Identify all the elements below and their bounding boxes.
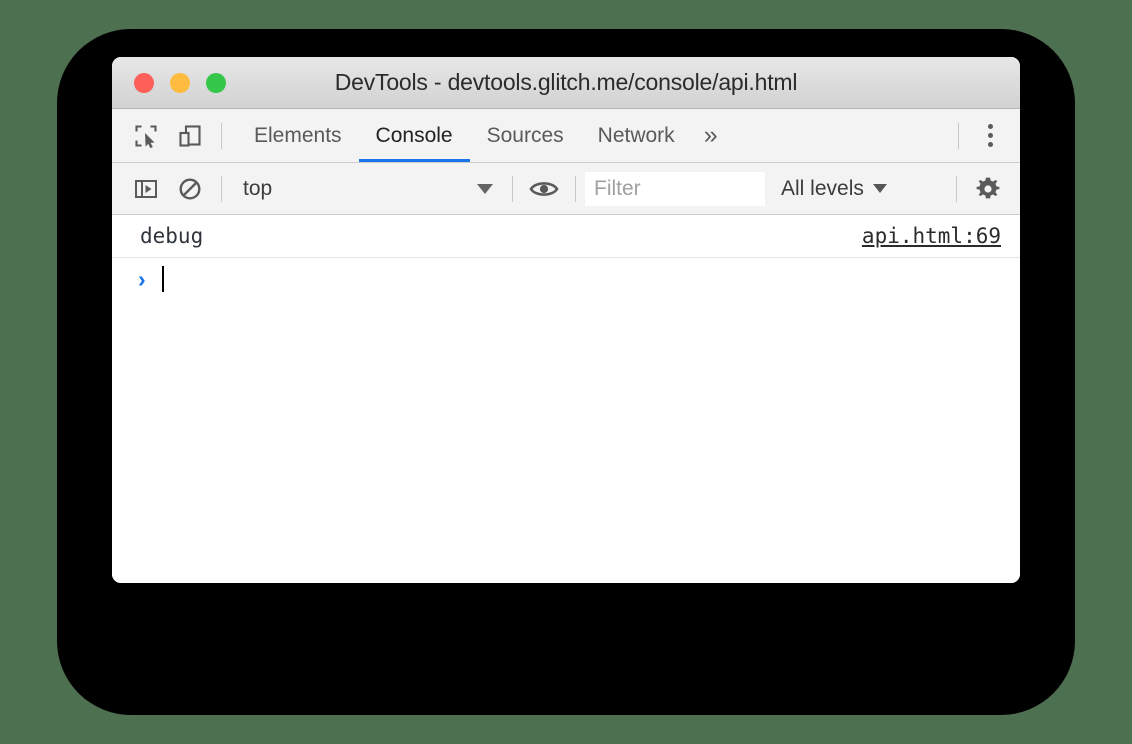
tab-network[interactable]: Network bbox=[581, 109, 692, 162]
toolbar-separator-4 bbox=[956, 175, 957, 202]
console-message-list: debug api.html:69 › bbox=[112, 215, 1020, 583]
log-level-selector[interactable]: All levels bbox=[781, 177, 887, 201]
tab-elements-label: Elements bbox=[254, 123, 342, 147]
devtools-tabbar: Elements Console Sources Network » bbox=[112, 109, 1020, 163]
traffic-lights bbox=[134, 72, 226, 93]
close-window-button[interactable] bbox=[134, 72, 154, 93]
tabs-overflow-button[interactable]: » bbox=[692, 109, 730, 162]
toolbar-separator-2 bbox=[512, 175, 513, 202]
console-message-text: debug bbox=[140, 224, 204, 248]
live-expression-button[interactable] bbox=[522, 169, 566, 209]
devtools-window: DevTools - devtools.glitch.me/console/ap… bbox=[112, 57, 1020, 583]
eye-icon bbox=[529, 177, 559, 201]
zoom-window-button[interactable] bbox=[206, 72, 226, 93]
tab-elements[interactable]: Elements bbox=[237, 109, 359, 162]
device-toolbar-icon bbox=[177, 123, 203, 149]
device-toolbar-button[interactable] bbox=[168, 116, 212, 156]
console-settings-button[interactable] bbox=[966, 169, 1010, 209]
panel-tabs: Elements Console Sources Network » bbox=[237, 109, 730, 162]
tab-console-label: Console bbox=[375, 123, 453, 147]
tabbar-menu-separator bbox=[958, 122, 959, 149]
chevron-double-right-icon: » bbox=[703, 121, 718, 149]
log-level-label: All levels bbox=[781, 176, 864, 200]
tab-network-label: Network bbox=[597, 123, 675, 147]
text-caret bbox=[162, 266, 164, 292]
tab-console[interactable]: Console bbox=[358, 109, 470, 162]
minimize-window-button[interactable] bbox=[170, 72, 190, 93]
inspect-element-icon bbox=[133, 123, 159, 149]
console-filter-input[interactable] bbox=[585, 171, 765, 206]
inspect-element-button[interactable] bbox=[124, 116, 168, 156]
console-sidebar-toggle-button[interactable] bbox=[124, 169, 168, 209]
toolbar-separator-3 bbox=[575, 175, 576, 202]
toolbar-right-group bbox=[947, 169, 1020, 209]
console-toolbar: top All levels bbox=[112, 163, 1020, 215]
gear-icon bbox=[974, 175, 1002, 203]
more-vertical-icon bbox=[970, 124, 1010, 147]
window-titlebar: DevTools - devtools.glitch.me/console/ap… bbox=[112, 57, 1020, 109]
chevron-down-icon bbox=[477, 183, 493, 194]
console-sidebar-icon bbox=[133, 176, 159, 202]
tabbar-right-group bbox=[949, 116, 1020, 156]
tabbar-separator bbox=[221, 122, 222, 149]
chevron-down-icon bbox=[872, 184, 887, 193]
clear-console-icon bbox=[177, 176, 203, 202]
tab-sources-label: Sources bbox=[486, 123, 564, 147]
console-message-row[interactable]: debug api.html:69 bbox=[112, 215, 1020, 258]
devtools-main-menu-button[interactable] bbox=[968, 116, 1012, 156]
tab-sources[interactable]: Sources bbox=[470, 109, 581, 162]
execution-context-selector[interactable]: top bbox=[231, 173, 503, 205]
toolbar-separator-1 bbox=[221, 175, 222, 202]
prompt-chevron-icon: › bbox=[138, 265, 146, 292]
execution-context-value: top bbox=[243, 176, 273, 200]
console-message-source-link[interactable]: api.html:69 bbox=[862, 224, 1001, 248]
window-title: DevTools - devtools.glitch.me/console/ap… bbox=[334, 69, 798, 95]
console-prompt-row[interactable]: › bbox=[112, 258, 1020, 301]
clear-console-button[interactable] bbox=[168, 169, 212, 209]
